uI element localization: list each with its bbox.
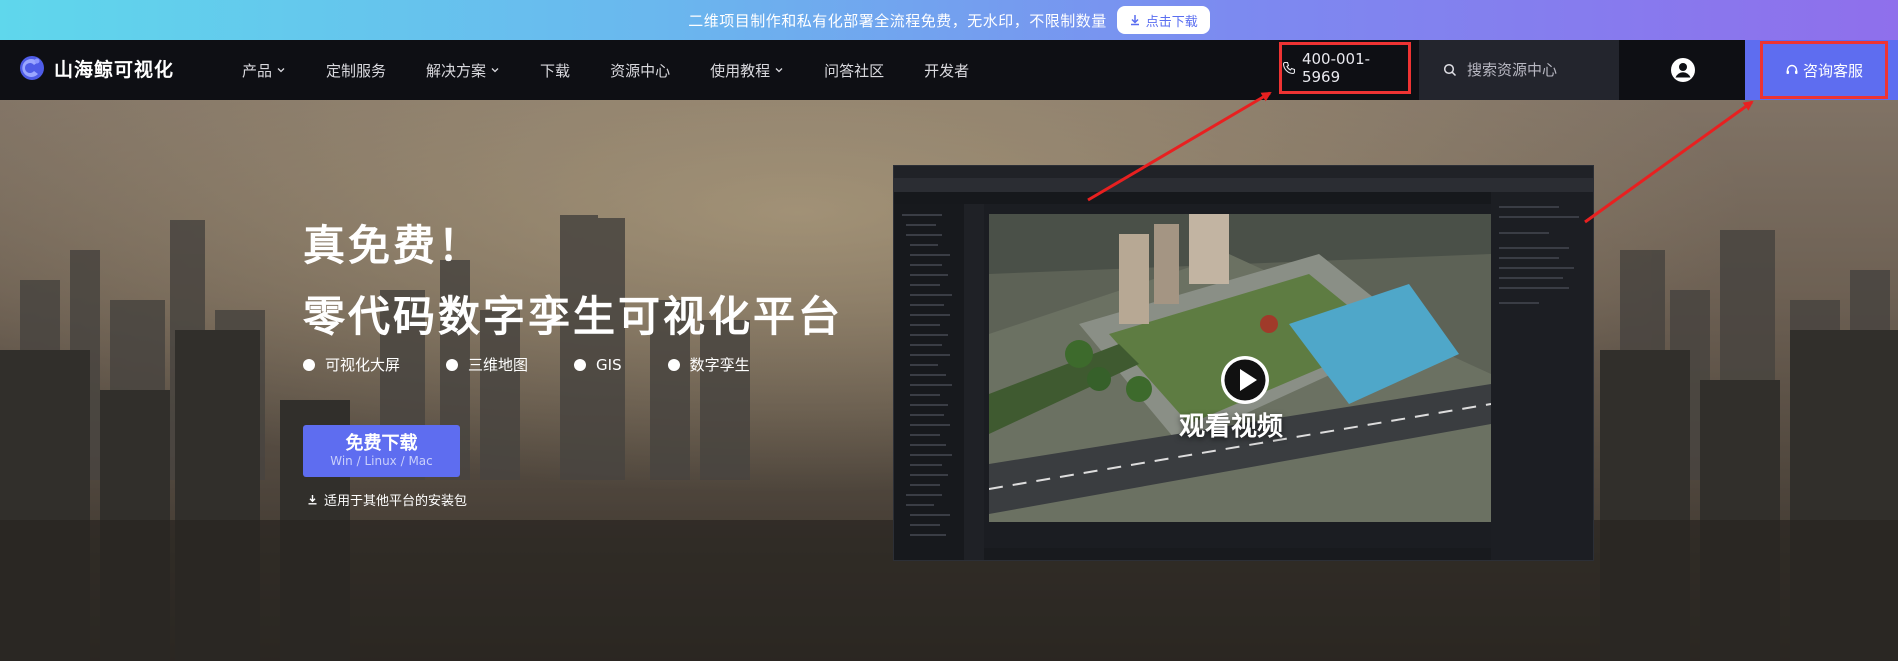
- watch-video-label: 观看视频: [1179, 412, 1284, 442]
- phone-icon: [1282, 61, 1296, 75]
- feature-label: 可视化大屏: [325, 356, 401, 374]
- hero-section: 真免费！ 零代码数字孪生可视化平台 可视化大屏 三维地图 GIS 数字孪生 免费…: [0, 100, 1898, 661]
- preview-toolbar: [894, 192, 1593, 204]
- menu-item-label: 解决方案: [426, 61, 487, 80]
- menu-item-label: 问答社区: [824, 61, 885, 80]
- search-input[interactable]: [1467, 61, 1607, 79]
- phone-number-text: 400-001-5969: [1301, 50, 1371, 86]
- chevron-down-icon: [277, 68, 285, 73]
- feature-label: 数字孪生: [689, 356, 750, 374]
- bullet-dot: [574, 358, 587, 371]
- feature-list: 可视化大屏 三维地图 GIS 数字孪生: [303, 354, 796, 375]
- feature-item: 三维地图: [446, 354, 528, 375]
- bullet-dot: [667, 358, 680, 371]
- menu-item-tutorials[interactable]: 使用教程: [710, 60, 784, 81]
- free-download-button[interactable]: 免费下载 Win / Linux / Mac: [303, 425, 460, 477]
- main-menu: 产品 定制服务 解决方案 下载 资源中心 使用教程 问答社区 开发者: [242, 40, 1009, 100]
- download-icon: [308, 495, 317, 505]
- chevron-down-icon: [491, 68, 499, 73]
- download-button-subtitle: Win / Linux / Mac: [330, 453, 433, 468]
- banner-download-button[interactable]: 点击下载: [1116, 6, 1210, 34]
- menu-item-resources[interactable]: 资源中心: [610, 60, 670, 81]
- other-platforms-link[interactable]: 适用于其他平台的安装包: [307, 490, 467, 509]
- download-icon: [1130, 15, 1139, 26]
- preview-browser-tabs: [894, 166, 1593, 178]
- hero-title-line2: 零代码数字孪生可视化平台: [303, 292, 844, 341]
- menu-item-label: 资源中心: [610, 61, 671, 80]
- menu-item-label: 下载: [540, 61, 571, 80]
- menu-item-product[interactable]: 产品: [242, 60, 286, 81]
- download-button-title: 免费下载: [345, 432, 418, 454]
- user-avatar-icon[interactable]: [1670, 57, 1696, 83]
- banner-download-label: 点击下载: [1145, 14, 1198, 30]
- bullet-dot: [303, 358, 315, 371]
- chevron-down-icon: [775, 68, 783, 73]
- menu-item-developers[interactable]: 开发者: [924, 60, 969, 81]
- menu-item-label: 定制服务: [326, 61, 387, 80]
- feature-item: 可视化大屏: [303, 354, 400, 375]
- phone-number[interactable]: 400-001-5969: [1279, 42, 1411, 94]
- search-box[interactable]: [1419, 40, 1619, 100]
- menu-item-label: 开发者: [924, 61, 970, 80]
- contact-service-label: 咨询客服: [1802, 61, 1863, 80]
- site-logo[interactable]: 山海鲸可视化: [18, 54, 174, 82]
- preview-tool-icons: [964, 204, 984, 560]
- hero-title-line1: 真免费！: [303, 221, 484, 270]
- feature-label: GIS: [596, 355, 622, 374]
- menu-item-download[interactable]: 下载: [540, 60, 570, 81]
- preview-properties-panel: [1491, 192, 1593, 560]
- announcement-banner: 二维项目制作和私有化部署全流程免费，无水印，不限制数量 点击下载: [0, 0, 1898, 40]
- preview-address-bar: [894, 178, 1593, 192]
- video-preview[interactable]: 观看视频: [893, 165, 1594, 561]
- whale-logo-icon: [20, 56, 44, 80]
- other-platforms-label: 适用于其他平台的安装包: [324, 494, 468, 509]
- menu-item-label: 使用教程: [710, 61, 771, 80]
- feature-label: 三维地图: [468, 356, 529, 374]
- feature-item: 数字孪生: [667, 354, 750, 375]
- menu-item-label: 产品: [242, 61, 273, 80]
- menu-item-solutions[interactable]: 解决方案: [426, 60, 500, 81]
- preview-status-bar: [984, 548, 1491, 560]
- search-icon: [1443, 63, 1457, 77]
- menu-item-community[interactable]: 问答社区: [824, 60, 884, 81]
- logo-text: 山海鲸可视化: [54, 58, 175, 81]
- contact-service-button[interactable]: 咨询客服: [1760, 41, 1888, 99]
- headset-icon: [1786, 64, 1798, 74]
- preview-layer-tree: [894, 204, 964, 560]
- banner-text: 二维项目制作和私有化部署全流程免费，无水印，不限制数量: [688, 11, 1107, 30]
- play-icon[interactable]: [1219, 354, 1271, 406]
- feature-item: GIS: [574, 356, 622, 374]
- menu-item-custom-service[interactable]: 定制服务: [326, 60, 386, 81]
- bullet-dot: [446, 358, 459, 371]
